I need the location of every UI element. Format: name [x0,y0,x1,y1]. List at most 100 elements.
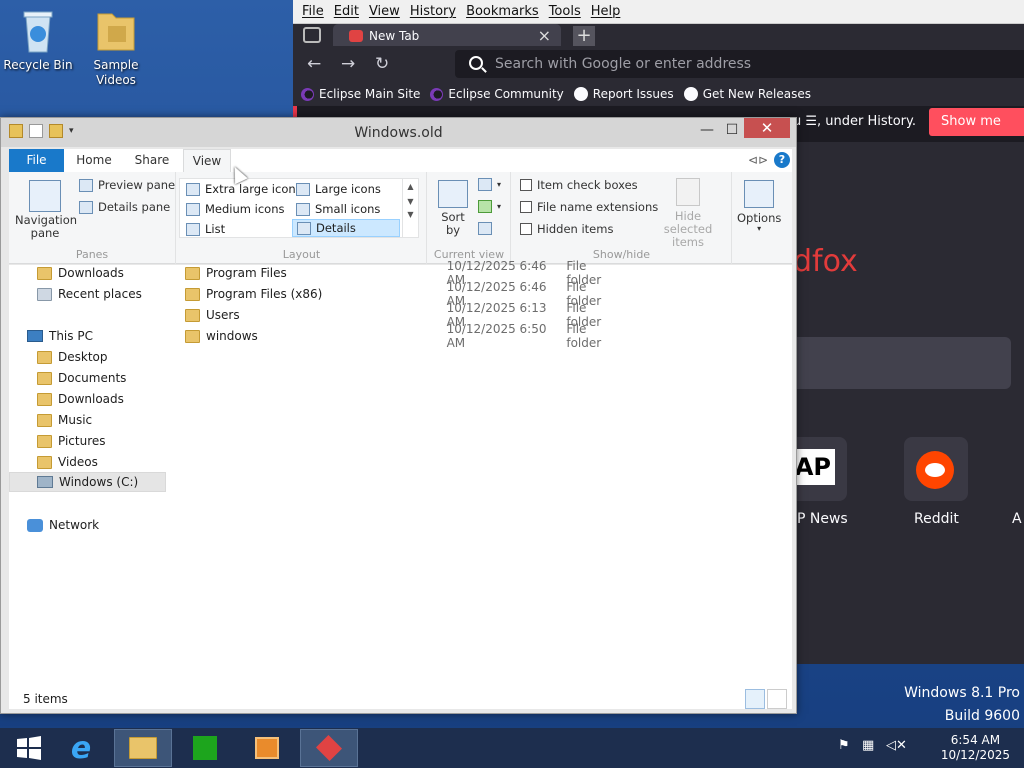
file-list: Program Files 10/12/2025 6:46 AM File fo… [167,259,792,689]
navigation-pane-icon [29,180,61,212]
tab-list-icon[interactable] [303,27,321,43]
nav-item-desktop[interactable]: Desktop [37,347,108,367]
checkbox-icon [520,179,532,191]
large-icons-view-toggle-icon[interactable] [767,689,787,709]
tab-view[interactable]: View [183,149,231,172]
taskbar-browser[interactable] [300,729,358,767]
windows-watermark: Windows 8.1 Pro Build 9600 [904,682,1020,728]
minimize-button[interactable]: — [694,120,720,140]
checkbox-icon [520,223,532,235]
preview-pane-icon [79,178,93,192]
url-bar[interactable]: Search with Google or enter address [455,50,1024,78]
size-columns-button[interactable] [478,222,492,235]
browser-tabbar: New Tab × + [293,24,1024,48]
group-by-icon [478,178,492,191]
shortcut-label: Reddit [914,511,959,527]
layout-medium-icons[interactable]: Medium icons [182,200,284,218]
nav-item-downloads[interactable]: Downloads [37,389,124,409]
menu-edit[interactable]: Edit [329,4,364,19]
nav-item-network[interactable]: Network [27,515,99,535]
menu-file[interactable]: File [297,4,329,19]
add-columns-button[interactable]: ▾ [478,200,501,213]
taskbar-file-explorer[interactable] [114,729,172,767]
forward-arrow-icon[interactable]: → [341,54,355,74]
new-tab-button[interactable]: + [573,26,595,46]
group-by-button[interactable]: ▾ [478,178,501,191]
navigation-pane-button[interactable]: Navigation pane [15,180,77,240]
layout-list[interactable]: List [182,220,225,238]
item-check-boxes-toggle[interactable]: Item check boxes [520,178,638,192]
details-pane-button[interactable]: Details pane [79,200,170,214]
menu-tools[interactable]: Tools [544,4,586,19]
nav-item-recent-places[interactable]: Recent places [37,284,142,304]
taskbar-store[interactable] [176,729,234,767]
show-me-how-button[interactable]: Show me how [929,108,1024,157]
details-view-toggle-icon[interactable] [745,689,765,709]
bookmark-report-issues[interactable]: Report Issues [573,87,674,101]
desktop-icon-sample-videos[interactable]: Sample Videos [78,6,154,88]
nav-item-windows-c[interactable]: Windows (C:) [9,472,166,492]
bookmark-get-new-releases[interactable]: Get New Releases [683,87,811,101]
nav-item-music[interactable]: Music [37,410,92,430]
menu-help[interactable]: Help [586,4,626,19]
menu-history[interactable]: History [405,4,461,19]
browser-icon [315,734,343,762]
group-show-hide: Item check boxes File name extensions Hi… [512,172,732,264]
explorer-titlebar[interactable]: ▾ Windows.old — ☐ ✕ [1,118,796,147]
tab-file[interactable]: File [9,149,64,172]
back-arrow-icon[interactable]: ← [307,54,321,74]
window-title: Windows.old [354,125,443,141]
tab-share[interactable]: Share [127,149,177,172]
layout-extra-large-icons[interactable]: Extra large icons [182,180,302,198]
desktop-icon-recycle-bin[interactable]: Recycle Bin [0,6,76,73]
layout-gallery-scroll[interactable]: ▲ ▼ ▼ [402,179,418,237]
nav-label: Desktop [58,350,108,364]
nav-label: Music [58,413,93,427]
close-button[interactable]: ✕ [744,118,790,138]
folder-icon [37,434,52,448]
bookmark-eclipse-main[interactable]: Eclipse Main Site [301,87,420,101]
content-search-box[interactable] [773,337,1011,389]
nav-item-this-pc[interactable]: This PC [27,326,93,346]
network-icon [27,518,43,532]
nav-item-downloads-fav[interactable]: Downloads [37,263,124,283]
nav-item-documents[interactable]: Documents [37,368,126,388]
start-button[interactable] [0,729,58,767]
sort-by-button[interactable]: Sort by [438,180,468,237]
bookmark-eclipse-community[interactable]: Eclipse Community [430,87,564,101]
add-columns-dropdown-icon: ▾ [497,202,502,211]
hidden-items-toggle[interactable]: Hidden items [520,222,613,236]
reddit-icon [916,451,954,489]
preview-pane-label: Preview pane [98,178,176,192]
menu-bookmarks[interactable]: Bookmarks [461,4,544,19]
ribbon-tabs: File Home Share View ⊲⊳ ? [9,149,792,172]
taskbar-media-player[interactable] [238,729,296,767]
options-button[interactable]: Options ▾ [737,180,781,233]
url-placeholder: Search with Google or enter address [495,56,752,72]
volume-muted-icon[interactable]: ◁✕ [886,738,907,753]
nav-item-pictures[interactable]: Pictures [37,431,106,451]
file-name-extensions-toggle[interactable]: File name extensions [520,200,658,214]
action-center-flag-icon[interactable]: ⚑ [838,738,850,753]
preview-pane-button[interactable]: Preview pane [79,178,175,192]
layout-large-icons[interactable]: Large icons [292,180,381,198]
minimize-ribbon-icon[interactable]: ⊲⊳ [748,153,768,167]
help-icon[interactable]: ? [774,152,790,168]
maximize-button[interactable]: ☐ [720,120,744,140]
tab-close-icon[interactable]: × [538,26,551,45]
hide-selected-items-button[interactable]: Hide selected items [652,178,724,249]
tab-home[interactable]: Home [69,149,119,172]
layout-small-icons[interactable]: Small icons [292,200,380,218]
layout-details[interactable]: Details [292,219,400,237]
reload-icon[interactable]: ↻ [375,54,389,74]
menu-view[interactable]: View [364,4,405,19]
nav-item-videos[interactable]: Videos [37,452,98,472]
clock[interactable]: 6:54 AM 10/12/2025 [941,733,1010,763]
details-pane-label: Details pane [98,200,171,214]
recycle-bin-icon [16,6,60,54]
file-row[interactable]: windows 10/12/2025 6:50 AM File folder [185,322,625,350]
network-tray-icon[interactable]: ▦ [862,738,874,753]
taskbar-internet-explorer[interactable]: e [52,729,110,767]
tab-new-tab[interactable]: New Tab × [333,24,561,48]
ribbon-view: Navigation pane Preview pane Details pan… [9,172,792,264]
